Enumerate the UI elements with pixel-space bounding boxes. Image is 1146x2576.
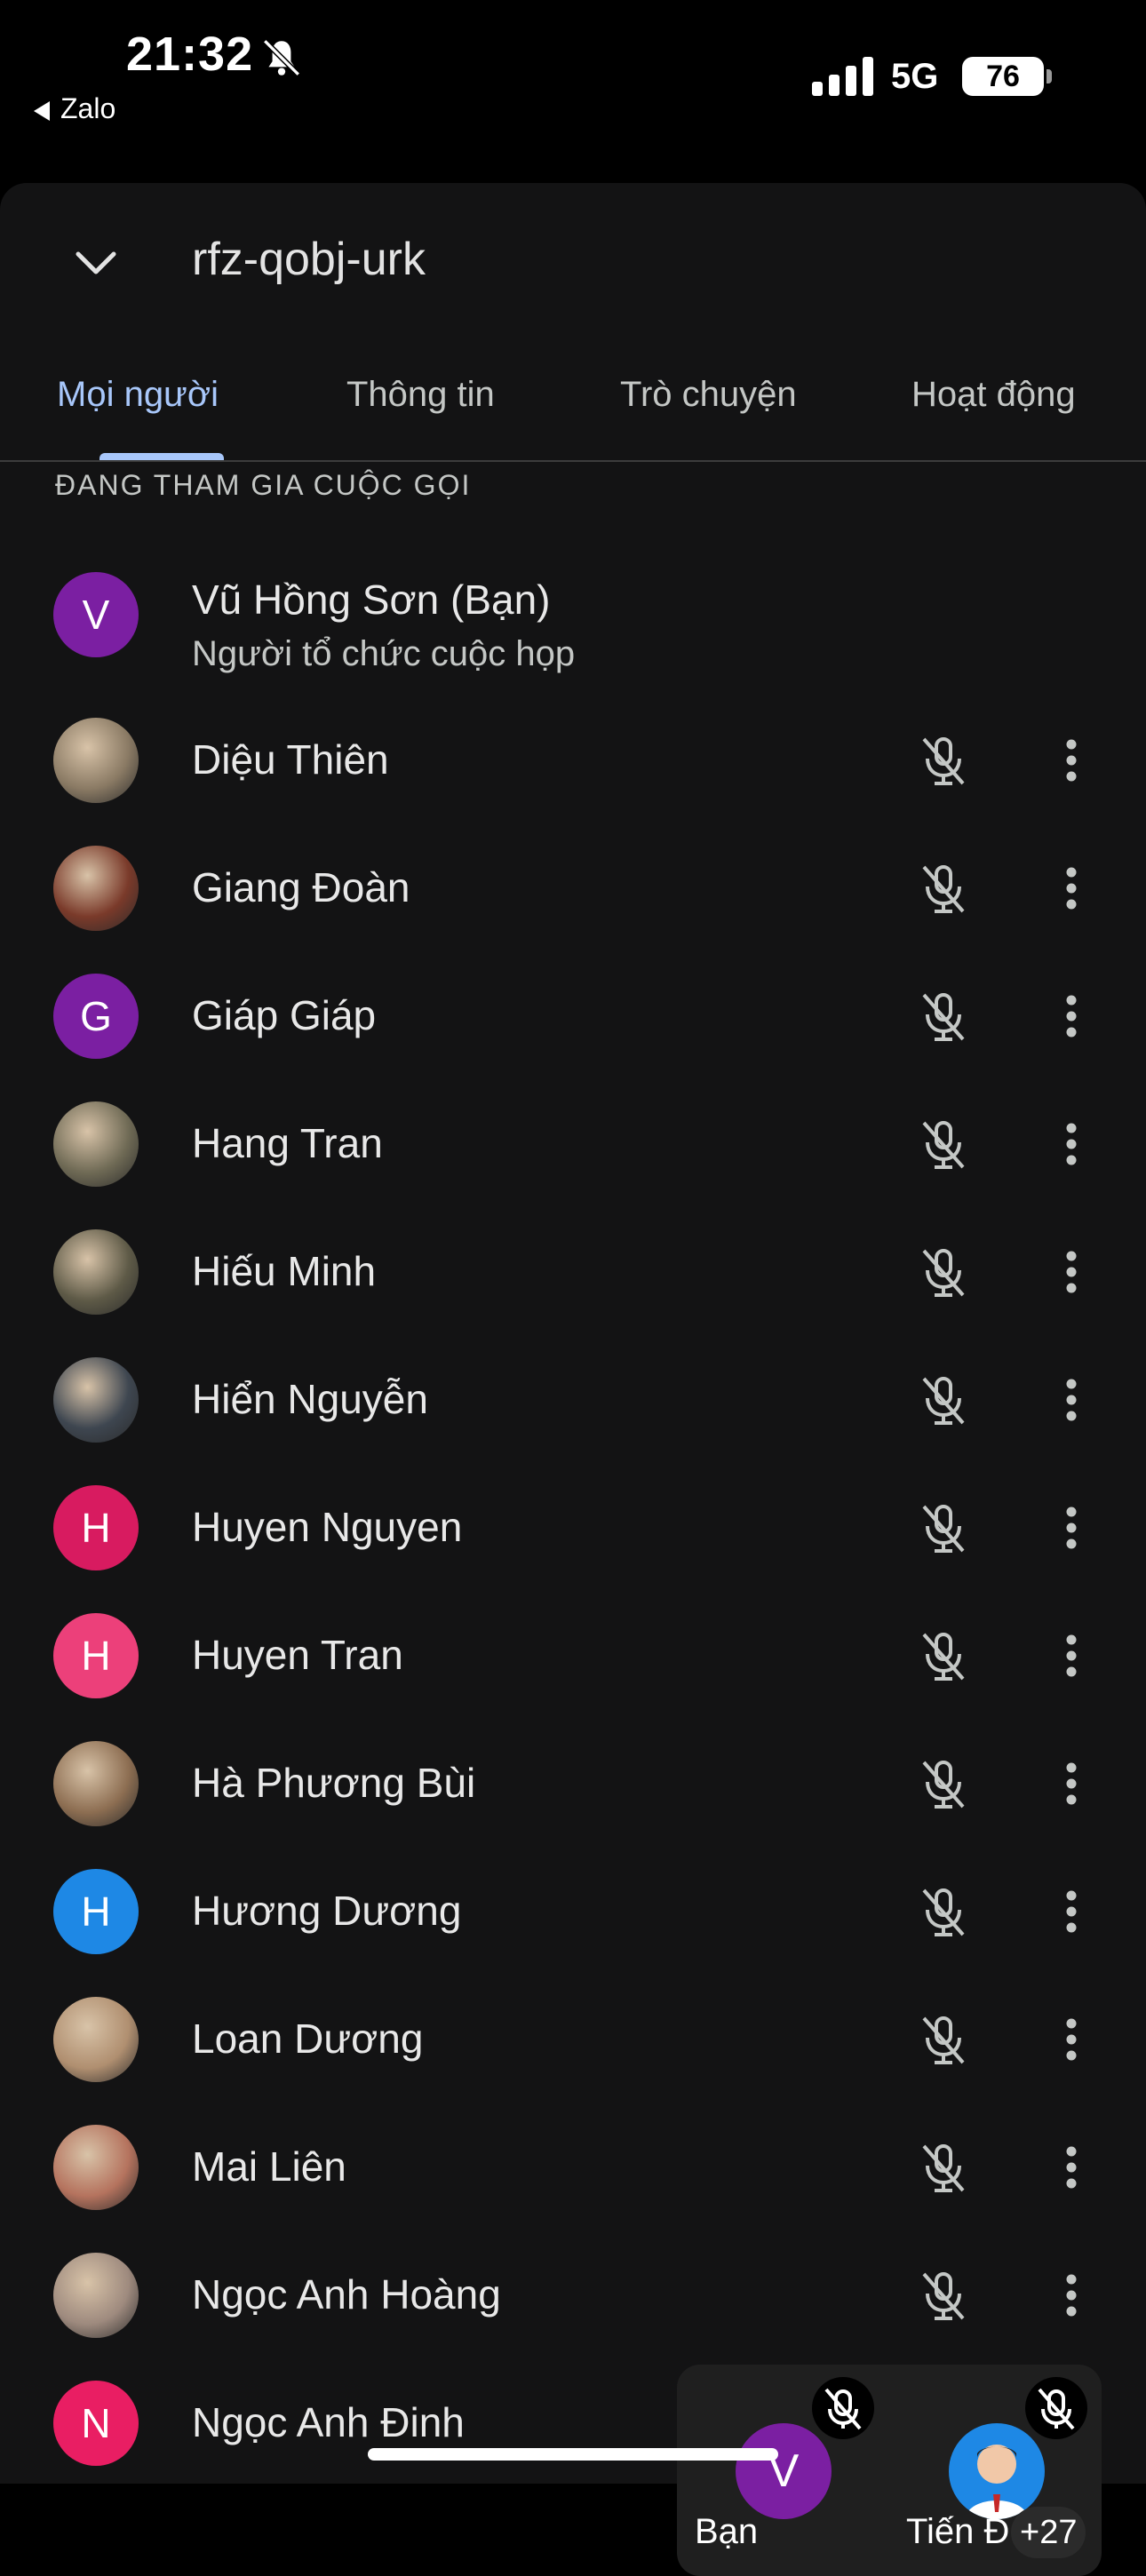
- active-tab-indicator: [99, 453, 224, 460]
- avatar: [53, 1229, 139, 1315]
- collapse-chevron-icon[interactable]: [69, 236, 123, 290]
- pip-self-label: Bạn: [695, 2512, 759, 2551]
- more-options-icon[interactable]: [1054, 1499, 1089, 1556]
- avatar: [53, 846, 139, 931]
- avatar: [53, 1357, 139, 1443]
- battery-icon: 76: [962, 57, 1044, 96]
- muted-mic-icon[interactable]: [915, 1883, 972, 1940]
- participant-name: Ngọc Anh Hoàng: [192, 2271, 501, 2318]
- participant-row[interactable]: G Giáp Giáp: [0, 952, 1146, 1080]
- clock: 21:32: [126, 28, 254, 81]
- participant-row[interactable]: Diệu Thiên: [0, 696, 1146, 824]
- participant-row[interactable]: Hà Phương Bùi: [0, 1720, 1146, 1848]
- muted-mic-icon[interactable]: [915, 1244, 972, 1300]
- pip-tile[interactable]: V Bạn Tiến Đ +27: [677, 2365, 1102, 2576]
- participant-row[interactable]: Hang Tran: [0, 1080, 1146, 1208]
- tab-chat[interactable]: Trò chuyện: [620, 375, 797, 415]
- participant-row[interactable]: Ngọc Anh Hoàng: [0, 2231, 1146, 2359]
- section-label: ĐANG THAM GIA CUỘC GỌI: [55, 469, 472, 501]
- participant-name: Mai Liên: [192, 2143, 346, 2190]
- avatar: G: [53, 974, 139, 1059]
- avatar: [53, 2253, 139, 2338]
- participant-row[interactable]: H Hương Dương: [0, 1848, 1146, 1976]
- participant-name: Hiếu Minh: [192, 1248, 377, 1294]
- more-options-icon[interactable]: [1054, 1371, 1089, 1428]
- signal-icon: [812, 57, 873, 96]
- participant-row[interactable]: Hiển Nguyễn: [0, 1336, 1146, 1464]
- avatar: [53, 2125, 139, 2210]
- participants-sheet: rfz-qobj-urk Mọi người Thông tin Trò chu…: [0, 183, 1146, 2576]
- participant-name: Huyen Tran: [192, 1632, 403, 1678]
- avatar: V: [53, 572, 139, 657]
- back-arrow-icon: [34, 100, 50, 121]
- pip-more-count: +27: [1011, 2507, 1086, 2558]
- more-options-icon[interactable]: [1054, 1627, 1089, 1684]
- pip-self-muted-icon: [812, 2377, 874, 2439]
- participant-name: Huyen Nguyen: [192, 1504, 463, 1550]
- more-options-icon[interactable]: [1054, 988, 1089, 1045]
- more-options-icon[interactable]: [1054, 2267, 1089, 2324]
- participant-name: Vũ Hồng Sơn (Bạn): [192, 576, 551, 623]
- participant-name: Hà Phương Bùi: [192, 1760, 476, 1806]
- tab-activities[interactable]: Hoạt động: [911, 375, 1076, 415]
- host-row[interactable]: V Vũ Hồng Sơn (Bạn) Người tổ chức cuộc h…: [0, 551, 1146, 684]
- tab-info[interactable]: Thông tin: [346, 375, 495, 415]
- participant-row[interactable]: Hiếu Minh: [0, 1208, 1146, 1336]
- avatar: N: [53, 2381, 139, 2466]
- back-app-label: Zalo: [60, 92, 116, 124]
- muted-mic-icon[interactable]: [915, 2011, 972, 2068]
- participant-row[interactable]: H Huyen Tran: [0, 1592, 1146, 1720]
- more-options-icon[interactable]: [1054, 1883, 1089, 1940]
- bell-off-icon: [263, 39, 300, 76]
- participant-row[interactable]: H Huyen Nguyen: [0, 1464, 1146, 1592]
- tab-bar: Mọi người Thông tin Trò chuyện Hoạt động: [0, 361, 1146, 462]
- avatar: H: [53, 1613, 139, 1698]
- participant-name: Ngọc Anh Đinh: [192, 2399, 465, 2445]
- muted-mic-icon[interactable]: [915, 2139, 972, 2196]
- more-options-icon[interactable]: [1054, 732, 1089, 789]
- participant-row[interactable]: Loan Dương: [0, 1976, 1146, 2103]
- avatar: H: [53, 1485, 139, 1570]
- participant-name: Loan Dương: [192, 2015, 424, 2062]
- battery-nub: [1047, 69, 1052, 83]
- avatar: [53, 1741, 139, 1826]
- participant-row[interactable]: Mai Liên: [0, 2103, 1146, 2231]
- back-to-app[interactable]: Zalo: [34, 92, 115, 125]
- host-role: Người tổ chức cuộc họp: [192, 634, 576, 673]
- participant-row[interactable]: Giang Đoàn: [0, 824, 1146, 952]
- network-type: 5G: [891, 57, 939, 96]
- battery-level: 76: [986, 60, 1020, 93]
- participant-name: Giang Đoàn: [192, 864, 410, 910]
- avatar: H: [53, 1869, 139, 1954]
- avatar: [53, 718, 139, 803]
- muted-mic-icon[interactable]: [915, 1755, 972, 1812]
- home-indicator[interactable]: [368, 2448, 778, 2461]
- more-options-icon[interactable]: [1054, 2011, 1089, 2068]
- participant-name: Hiển Nguyễn: [192, 1376, 428, 1422]
- pip-other-muted-icon: [1025, 2377, 1087, 2439]
- muted-mic-icon[interactable]: [915, 860, 972, 917]
- muted-mic-icon[interactable]: [915, 1499, 972, 1556]
- avatar: [53, 1997, 139, 2082]
- muted-mic-icon[interactable]: [915, 1371, 972, 1428]
- muted-mic-icon[interactable]: [915, 1116, 972, 1173]
- more-options-icon[interactable]: [1054, 1116, 1089, 1173]
- tab-people[interactable]: Mọi người: [57, 375, 219, 415]
- muted-mic-icon[interactable]: [915, 1627, 972, 1684]
- avatar: [53, 1101, 139, 1187]
- participant-name: Hương Dương: [192, 1888, 462, 1934]
- status-bar: 21:32 Zalo 5G 76: [0, 0, 1146, 178]
- participant-name: Diệu Thiên: [192, 736, 389, 783]
- more-options-icon[interactable]: [1054, 860, 1089, 917]
- more-options-icon[interactable]: [1054, 1755, 1089, 1812]
- participant-name: Hang Tran: [192, 1120, 383, 1166]
- more-options-icon[interactable]: [1054, 2139, 1089, 2196]
- meeting-code: rfz-qobj-urk: [192, 234, 426, 285]
- muted-mic-icon[interactable]: [915, 988, 972, 1045]
- more-options-icon[interactable]: [1054, 1244, 1089, 1300]
- participant-name: Giáp Giáp: [192, 992, 377, 1038]
- pip-other-label: Tiến Đ: [906, 2512, 1010, 2551]
- muted-mic-icon[interactable]: [915, 732, 972, 789]
- muted-mic-icon[interactable]: [915, 2267, 972, 2324]
